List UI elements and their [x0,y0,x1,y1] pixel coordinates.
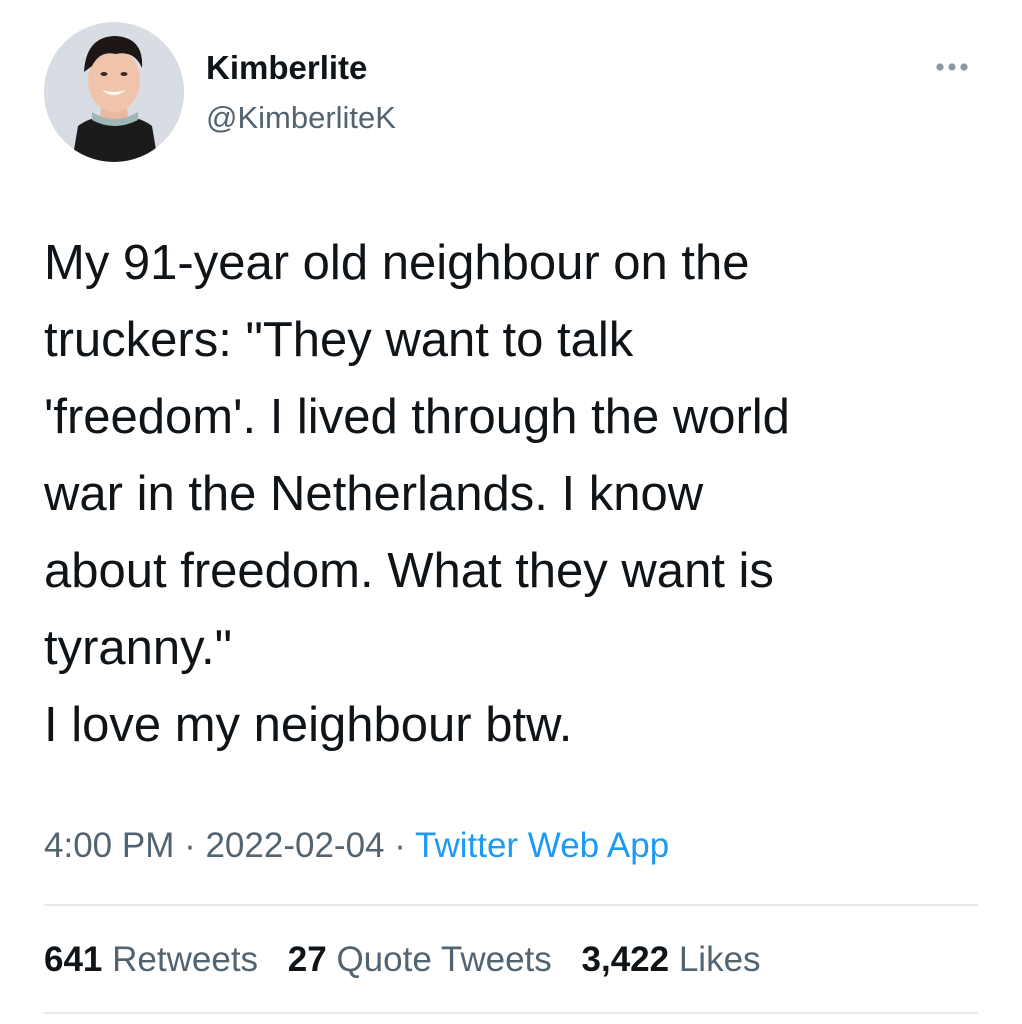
retweets-label: Retweets [112,940,259,979]
tweet-meta: 4:00 PM · 2022-02-04 · Twitter Web App [44,822,669,870]
quote-tweets-label: Quote Tweets [336,940,552,979]
tweet-text: My 91-year old neighbour on the truckers… [44,236,790,752]
tweet-date[interactable]: 2022-02-04 [205,826,384,865]
avatar-image [44,22,184,162]
divider [44,1012,978,1014]
avatar[interactable] [44,22,184,162]
display-name[interactable]: Kimberlite [206,48,367,88]
tweet-card: Kimberlite @KimberliteK My 91-year old n… [0,0,1022,1024]
more-horizontal-icon[interactable] [926,52,978,82]
retweets-count: 641 [44,940,103,979]
quote-tweets-count: 27 [287,940,327,979]
tweet-time[interactable]: 4:00 PM [44,826,174,865]
divider [44,904,978,906]
meta-separator: · [174,826,206,865]
likes-count: 3,422 [581,940,670,979]
user-handle[interactable]: @KimberliteK [206,98,396,138]
meta-separator: · [384,826,415,865]
tweet-source-link[interactable]: Twitter Web App [415,826,669,865]
likes-label: Likes [678,940,761,979]
retweets-stat[interactable]: 641 Retweets [44,940,258,979]
tweet-stats: 641 Retweets 27 Quote Tweets 3,422 Likes [44,936,781,984]
quote-tweets-stat[interactable]: 27 Quote Tweets [288,940,552,979]
likes-stat[interactable]: 3,422 Likes [582,940,761,979]
